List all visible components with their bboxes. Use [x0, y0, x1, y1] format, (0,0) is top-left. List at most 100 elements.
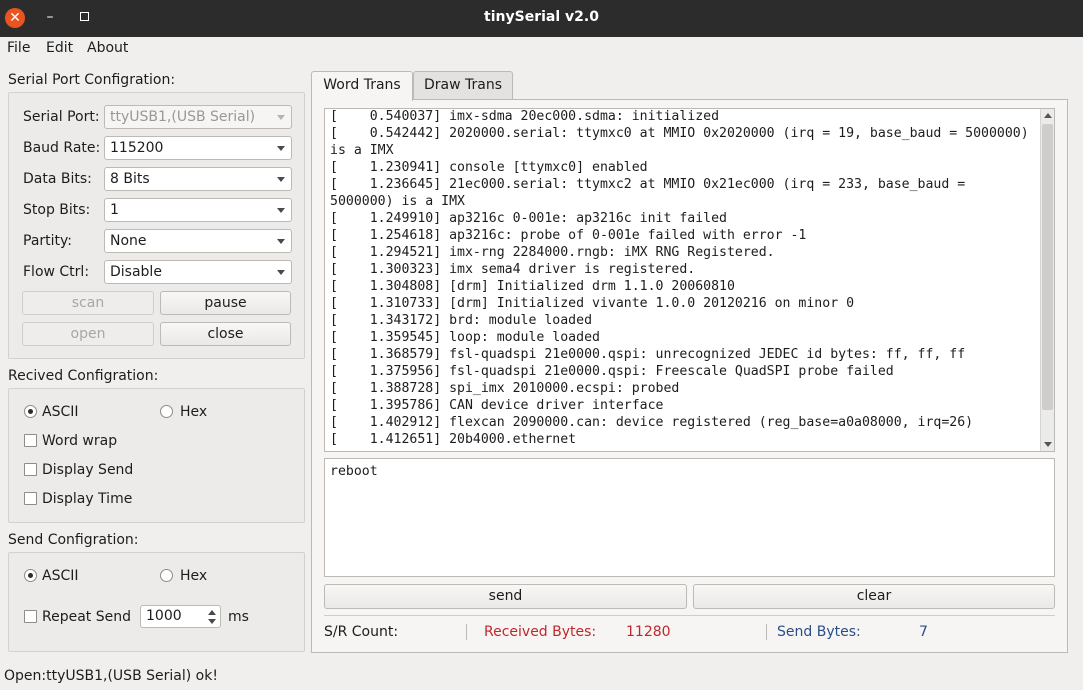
display-send-checkbox[interactable]	[24, 463, 37, 476]
send-hex-label: Hex	[180, 568, 208, 584]
log-line: [ 1.294521] imx-rng 2284000.rngb: iMX RN…	[330, 245, 775, 260]
send-hex-radio[interactable]	[160, 569, 173, 582]
send-bytes-value: 7	[919, 624, 928, 640]
recv-config-group: ASCII Hex Word wrap Display Send Display…	[8, 388, 305, 523]
parity-value: None	[110, 233, 147, 249]
sr-count-label: S/R Count:	[324, 624, 399, 640]
stop-bits-label: Stop Bits:	[23, 202, 91, 218]
recv-config-title: Recived Configration:	[8, 368, 159, 384]
baud-rate-select[interactable]: 115200	[104, 136, 292, 160]
log-line: [ 1.395786] CAN device driver interface	[330, 398, 664, 413]
menu-about[interactable]: About	[87, 40, 128, 56]
recv-ascii-label: ASCII	[42, 404, 79, 420]
send-ascii-label: ASCII	[42, 568, 79, 584]
flow-ctrl-value: Disable	[110, 264, 162, 280]
log-line: [ 1.343172] brd: module loaded	[330, 313, 593, 328]
log-line: [ 0.540037] imx-sdma 20ec000.sdma: initi…	[330, 109, 720, 124]
spin-up-icon[interactable]	[208, 610, 216, 615]
pause-button[interactable]: pause	[160, 291, 291, 315]
parity-label: Partity:	[23, 233, 72, 249]
log-line: [ 1.230941] console [ttymxc0] enabled	[330, 160, 648, 175]
log-line: [ 1.304808] [drm] Initialized drm 1.1.0 …	[330, 279, 735, 294]
status-message: Open:ttyUSB1,(USB Serial) ok!	[4, 668, 218, 684]
display-time-checkbox[interactable]	[24, 492, 37, 505]
repeat-interval-unit: ms	[228, 609, 249, 625]
log-line: [ 1.359545] loop: module loaded	[330, 330, 600, 345]
received-bytes-value: 11280	[626, 624, 671, 640]
send-bytes-label: Send Bytes:	[777, 624, 861, 640]
repeat-send-label: Repeat Send	[42, 609, 131, 625]
log-line: is a IMX	[330, 143, 394, 158]
baud-rate-label: Baud Rate:	[23, 140, 101, 156]
serial-config-title: Serial Port Configration:	[8, 72, 176, 88]
scan-button[interactable]: scan	[22, 291, 154, 315]
chevron-down-icon	[277, 177, 285, 182]
receive-log[interactable]: [ 0.540037] imx-sdma 20ec000.sdma: initi…	[324, 108, 1055, 452]
log-line: [ 1.300323] imx sema4 driver is register…	[330, 262, 696, 277]
receive-log-text: [ 0.540037] imx-sdma 20ec000.sdma: initi…	[330, 109, 1040, 448]
log-line: [ 1.310733] [drm] Initialized vivante 1.…	[330, 296, 855, 311]
scroll-down-icon[interactable]	[1044, 442, 1052, 447]
repeat-interval-value: 1000	[146, 608, 182, 624]
word-wrap-checkbox[interactable]	[24, 434, 37, 447]
received-bytes-label: Received Bytes:	[484, 624, 597, 640]
log-line: [ 1.412651] 20b4000.ethernet	[330, 432, 577, 447]
data-bits-value: 8 Bits	[110, 171, 150, 187]
flow-ctrl-select[interactable]: Disable	[104, 260, 292, 284]
scrollbar-thumb[interactable]	[1042, 124, 1053, 410]
log-line: [ 1.402912] flexcan 2090000.can: device …	[330, 415, 974, 430]
log-line: [ 1.368579] fsl-quadspi 21e0000.qspi: un…	[330, 347, 966, 362]
count-separator	[766, 624, 767, 640]
stop-bits-select[interactable]: 1	[104, 198, 292, 222]
serial-port-value: ttyUSB1,(USB Serial)	[110, 109, 256, 125]
send-input[interactable]: reboot	[324, 458, 1055, 577]
log-line: 5000000) is a IMX	[330, 194, 465, 209]
tab-draw-trans[interactable]: Draw Trans	[413, 71, 513, 99]
log-line: [ 1.375956] fsl-quadspi 21e0000.qspi: Fr…	[330, 364, 894, 379]
repeat-send-checkbox[interactable]	[24, 610, 37, 623]
menu-edit[interactable]: Edit	[46, 40, 73, 56]
tab-word-trans[interactable]: Word Trans	[311, 71, 413, 101]
send-button[interactable]: send	[324, 584, 687, 609]
count-divider	[324, 615, 1055, 616]
send-config-title: Send Configration:	[8, 532, 139, 548]
close-button[interactable]: close	[160, 322, 291, 346]
recv-ascii-radio[interactable]	[24, 405, 37, 418]
serial-config-group: Serial Port: ttyUSB1,(USB Serial) Baud R…	[8, 92, 305, 359]
stop-bits-value: 1	[110, 202, 119, 218]
log-line: [ 1.254618] ap3216c: probe of 0-001e fai…	[330, 228, 807, 243]
display-time-label: Display Time	[42, 491, 133, 507]
chevron-down-icon	[277, 270, 285, 275]
log-line: [ 1.388728] spi_imx 2010000.ecspi: probe…	[330, 381, 680, 396]
data-bits-select[interactable]: 8 Bits	[104, 167, 292, 191]
serial-port-select[interactable]: ttyUSB1,(USB Serial)	[104, 105, 292, 129]
send-config-group: ASCII Hex Repeat Send	[8, 552, 305, 652]
log-line: [ 1.236645] 21ec000.serial: ttymxc2 at M…	[330, 177, 966, 192]
chevron-down-icon	[277, 239, 285, 244]
chevron-down-icon	[277, 115, 285, 120]
chevron-down-icon	[277, 208, 285, 213]
log-scrollbar[interactable]	[1040, 109, 1054, 451]
parity-select[interactable]: None	[104, 229, 292, 253]
display-send-label: Display Send	[42, 462, 134, 478]
title-bar: ✕ – tinySerial v2.0	[0, 0, 1083, 37]
log-line: [ 0.542442] 2020000.serial: ttymxc0 at M…	[330, 126, 1029, 141]
word-wrap-label: Word wrap	[42, 433, 118, 449]
scroll-up-icon[interactable]	[1044, 113, 1052, 118]
spin-down-icon[interactable]	[208, 619, 216, 624]
menu-file[interactable]: File	[7, 40, 30, 56]
log-line: [ 1.249910] ap3216c 0-001e: ap3216c init…	[330, 211, 727, 226]
count-separator	[466, 624, 467, 640]
window-title: tinySerial v2.0	[484, 9, 599, 25]
recv-hex-label: Hex	[180, 404, 208, 420]
chevron-down-icon	[277, 146, 285, 151]
data-bits-label: Data Bits:	[23, 171, 92, 187]
menu-bar: File Edit About	[0, 37, 1083, 59]
recv-hex-radio[interactable]	[160, 405, 173, 418]
repeat-interval-spinbox[interactable]: 1000	[140, 605, 221, 628]
serial-port-label: Serial Port:	[23, 109, 100, 125]
clear-button[interactable]: clear	[693, 584, 1055, 609]
send-ascii-radio[interactable]	[24, 569, 37, 582]
flow-ctrl-label: Flow Ctrl:	[23, 264, 90, 280]
open-button[interactable]: open	[22, 322, 154, 346]
